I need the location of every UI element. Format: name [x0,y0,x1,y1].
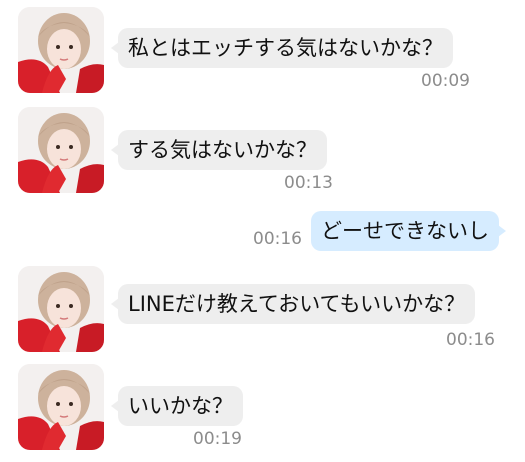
message-timestamp: 00:16 [253,229,302,249]
message-text: 私とはエッチする気はないかな？ [128,36,443,60]
avatar-photo-icon [18,364,104,450]
contact-avatar[interactable] [18,266,104,352]
avatar-photo-icon [18,266,104,352]
contact-avatar[interactable] [18,107,104,193]
contact-avatar[interactable] [18,7,104,93]
message-text: する気はないかな？ [128,138,317,162]
message-timestamp: 00:19 [193,429,242,449]
message-bubble[interactable]: 私とはエッチする気はないかな？ [111,28,453,68]
message-text: LINEだけ教えておいてもいいかな？ [128,292,466,316]
message-timestamp: 00:09 [421,71,470,91]
message-bubble[interactable]: どーせできないし [311,211,506,251]
message-timestamp: 00:13 [284,173,333,193]
message-bubble[interactable]: いいかな？ [111,386,243,426]
avatar-photo-icon [18,7,104,93]
message-text: どーせできないし [321,219,489,243]
message-bubble[interactable]: する気はないかな？ [111,130,327,170]
message-bubble[interactable]: LINEだけ教えておいてもいいかな？ [110,284,476,324]
contact-avatar[interactable] [18,364,104,450]
message-text: いいかな？ [128,394,233,418]
message-timestamp: 00:16 [446,330,495,350]
avatar-photo-icon [18,107,104,193]
